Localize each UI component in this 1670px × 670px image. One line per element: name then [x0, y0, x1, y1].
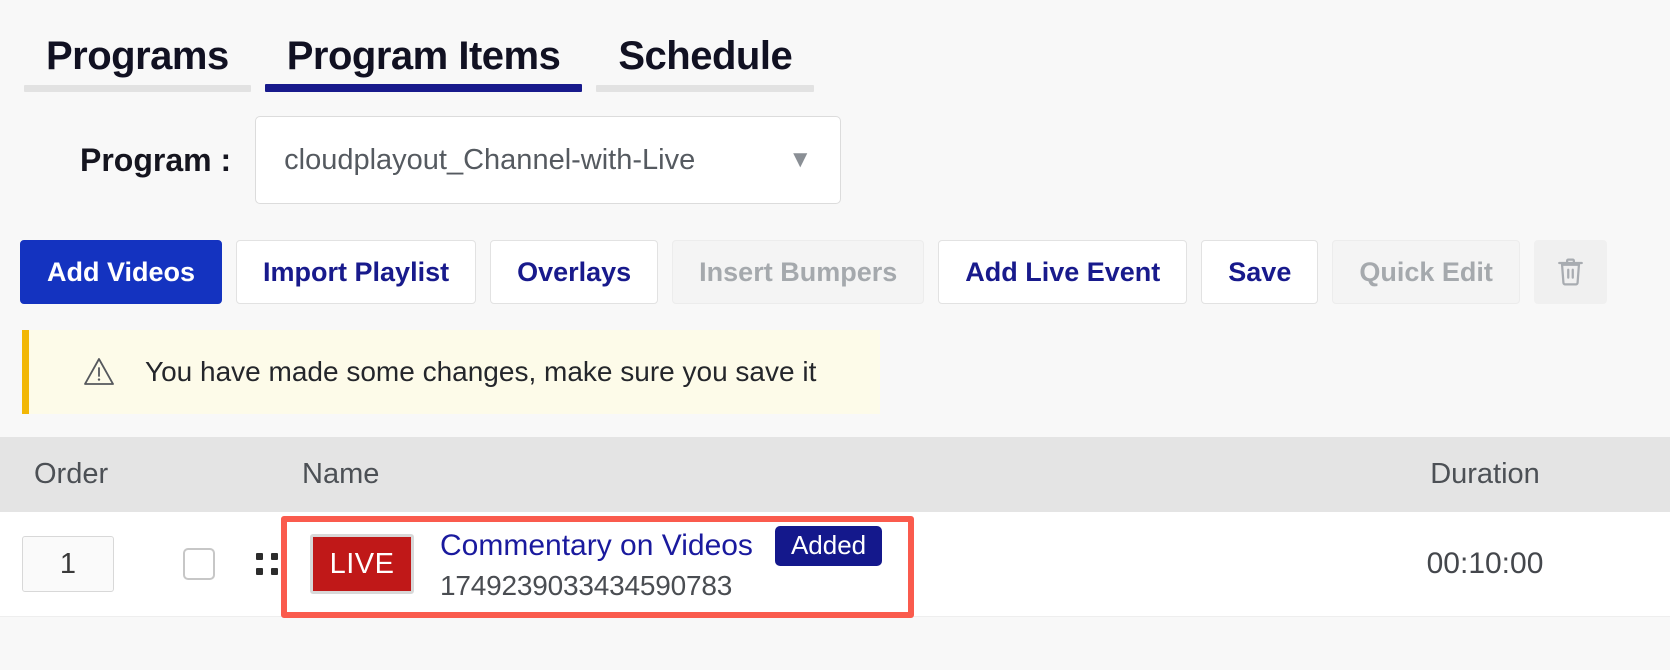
column-header-order: Order — [0, 458, 160, 491]
item-id: 1749239033434590783 — [440, 570, 882, 602]
tab-programs-underline — [24, 85, 251, 92]
delete-button[interactable] — [1534, 240, 1607, 304]
live-badge: LIVE — [310, 534, 414, 594]
tab-programs-label: Programs — [46, 34, 229, 78]
drag-dot — [256, 568, 263, 575]
cell-name: LIVE Commentary on Videos Added 17492390… — [296, 526, 1300, 602]
program-items-page: Programs Program Items Schedule Program … — [0, 0, 1670, 670]
cell-drag — [238, 553, 296, 575]
tab-schedule-label: Schedule — [618, 34, 792, 78]
cell-order: 1 — [0, 536, 160, 592]
tab-schedule-underline — [596, 85, 814, 92]
quick-edit-button: Quick Edit — [1332, 240, 1520, 304]
trash-icon — [1557, 257, 1584, 287]
drag-dot — [271, 553, 278, 560]
drag-dot — [256, 553, 263, 560]
table-row: 1 LIVE Commentary on Videos Added — [0, 512, 1670, 617]
name-line: Commentary on Videos Added — [440, 526, 882, 566]
row-checkbox[interactable] — [183, 548, 215, 580]
tab-schedule[interactable]: Schedule — [596, 36, 814, 92]
cell-duration: 00:10:00 — [1300, 547, 1670, 581]
import-playlist-button[interactable]: Import Playlist — [236, 240, 476, 304]
toolbar: Add Videos Import Playlist Overlays Inse… — [20, 240, 1607, 304]
banner-message: You have made some changes, make sure yo… — [145, 356, 816, 388]
insert-bumpers-button: Insert Bumpers — [672, 240, 924, 304]
overlays-button[interactable]: Overlays — [490, 240, 658, 304]
tab-bar: Programs Program Items Schedule — [0, 0, 1670, 92]
program-items-table: Order Name Duration 1 LIVE — [0, 437, 1670, 617]
item-name-link[interactable]: Commentary on Videos — [440, 529, 753, 563]
chevron-down-icon: ▼ — [788, 148, 812, 172]
program-label: Program : — [80, 142, 231, 179]
tab-programs[interactable]: Programs — [24, 36, 251, 92]
unsaved-changes-banner: You have made some changes, make sure yo… — [22, 330, 880, 414]
warning-triangle-icon — [83, 356, 115, 388]
status-badge: Added — [775, 526, 882, 566]
save-button[interactable]: Save — [1201, 240, 1318, 304]
order-input[interactable]: 1 — [22, 536, 114, 592]
drag-handle-icon[interactable] — [256, 553, 278, 575]
program-select-value: cloudplayout_Channel-with-Live — [284, 144, 774, 177]
tab-program-items-underline — [265, 84, 583, 92]
drag-dot — [271, 568, 278, 575]
program-select[interactable]: cloudplayout_Channel-with-Live ▼ — [255, 116, 841, 204]
column-header-name: Name — [160, 458, 1300, 491]
tab-program-items-label: Program Items — [287, 34, 561, 78]
add-live-event-button[interactable]: Add Live Event — [938, 240, 1187, 304]
name-block: Commentary on Videos Added 1749239033434… — [440, 526, 882, 602]
cell-select — [160, 548, 238, 580]
column-header-duration: Duration — [1300, 458, 1670, 491]
table-header: Order Name Duration — [0, 437, 1670, 512]
tab-program-items[interactable]: Program Items — [265, 36, 583, 92]
add-videos-button[interactable]: Add Videos — [20, 240, 222, 304]
program-selector-row: Program : cloudplayout_Channel-with-Live… — [0, 112, 1670, 208]
